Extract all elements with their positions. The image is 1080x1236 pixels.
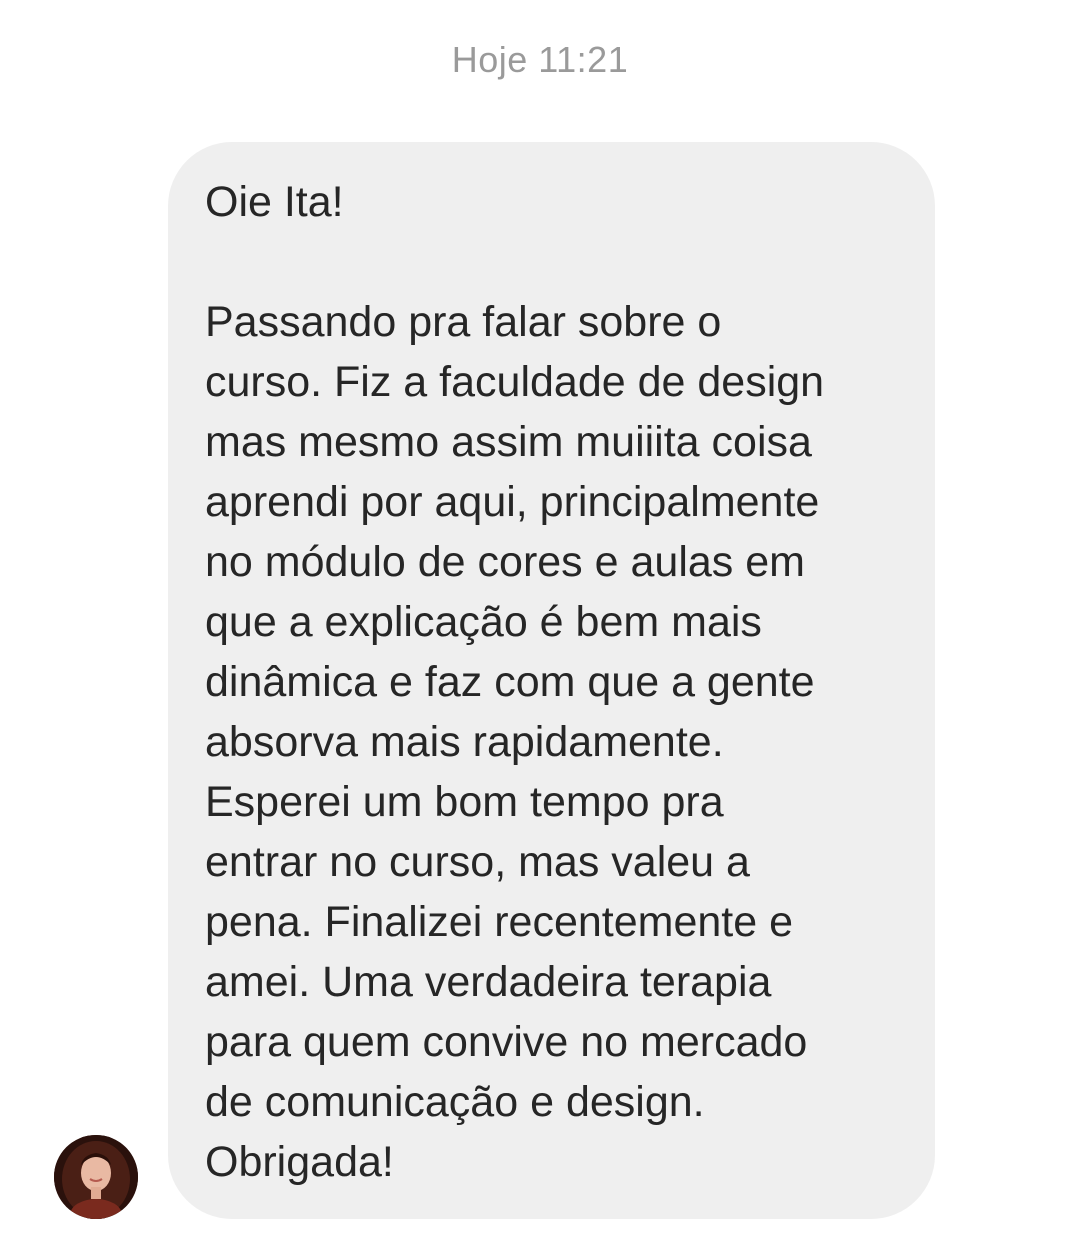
message-line: que a explicação é bem mais — [205, 598, 762, 646]
message-line: Obrigada! — [205, 1138, 394, 1186]
message-line: Oie Ita! — [205, 178, 344, 226]
received-message-row: Oie Ita! Passando pra falar sobre o curso.… — [0, 142, 1080, 1220]
message-line: absorva mais rapidamente. — [205, 718, 724, 766]
message-text: Oie Ita! Passando pra falar sobre o curso.… — [205, 172, 905, 1192]
message-timestamp: Hoje 11:21 — [451, 39, 629, 80]
message-bubble[interactable]: Oie Ita! Passando pra falar sobre o curso.… — [168, 142, 935, 1219]
message-line: pena. Finalizei recentemente e — [205, 898, 794, 946]
message-line: amei. Uma verdadeira terapia — [205, 958, 772, 1006]
message-line: entrar no curso, mas valeu a — [205, 838, 750, 886]
avatar-photo-icon — [54, 1135, 138, 1219]
chat-screen: Hoje 11:21 Oie Ita! Passando pra falar so… — [0, 0, 1080, 1236]
message-line: mas mesmo assim muiiita coisa — [205, 418, 812, 466]
message-line: no módulo de cores e aulas em — [205, 538, 805, 586]
message-line: Esperei um bom tempo pra — [205, 778, 724, 826]
message-line: curso. Fiz a faculdade de design — [205, 358, 825, 406]
message-line: dinâmica e faz com que a gente — [205, 658, 815, 706]
sender-avatar[interactable] — [54, 1135, 138, 1219]
message-line: para quem convive no mercado — [205, 1018, 808, 1066]
message-line: Passando pra falar sobre o — [205, 298, 722, 346]
message-line: de comunicação e design. — [205, 1078, 705, 1126]
message-line: aprendi por aqui, principalmente — [205, 478, 820, 526]
